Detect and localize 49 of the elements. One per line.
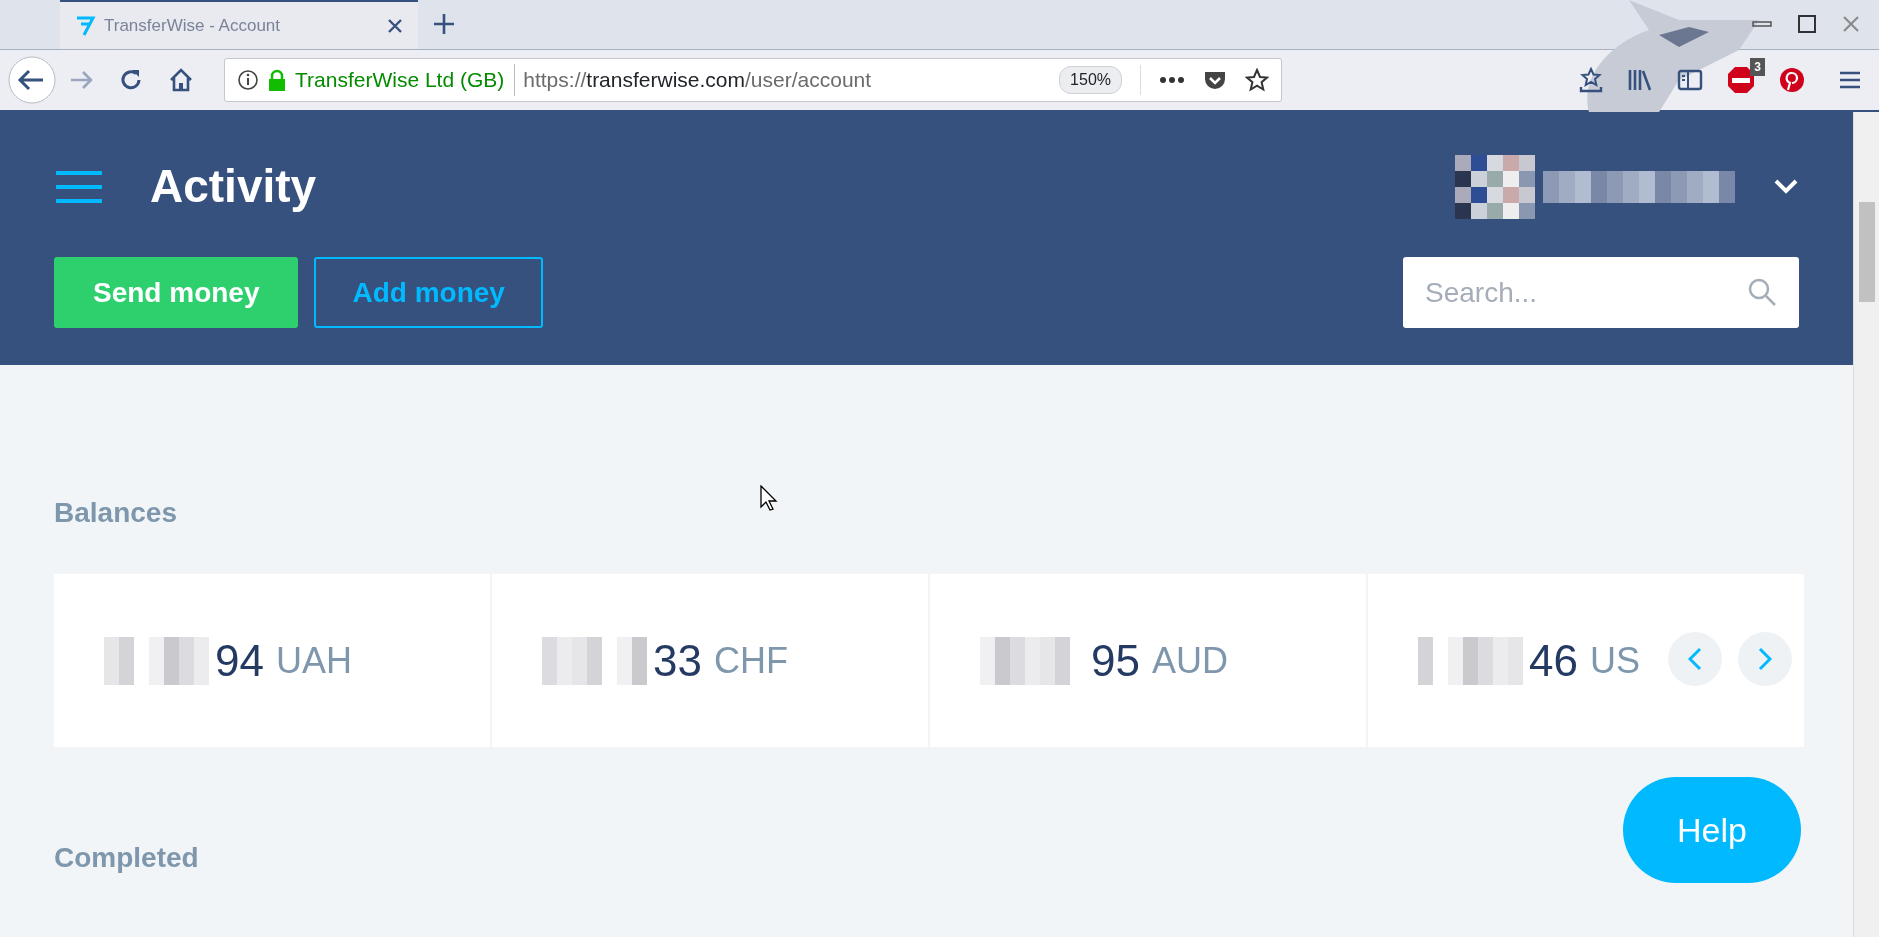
more-icon[interactable] bbox=[1159, 76, 1185, 84]
cursor-icon bbox=[760, 485, 778, 511]
home-icon[interactable] bbox=[168, 67, 194, 93]
section-heading: Balances bbox=[54, 496, 177, 530]
menu-icon[interactable] bbox=[54, 169, 104, 204]
pin-icon[interactable] bbox=[1779, 67, 1805, 93]
balance-card[interactable]: 95 AUD bbox=[930, 574, 1366, 747]
balance-card[interactable]: 94 UAH bbox=[54, 574, 490, 747]
scrollbar-thumb[interactable] bbox=[1859, 202, 1875, 302]
tab-title: TransferWise - Account bbox=[104, 14, 282, 37]
lock-icon bbox=[267, 69, 287, 91]
info-icon bbox=[237, 69, 259, 91]
scrollbar[interactable] bbox=[1853, 112, 1879, 937]
starred-tray-icon[interactable] bbox=[1579, 67, 1603, 93]
balance-amount: 94 bbox=[215, 634, 264, 687]
maximize-icon[interactable] bbox=[1797, 14, 1817, 34]
zoom-level[interactable]: 150% bbox=[1059, 66, 1122, 94]
balance-amount: 95 bbox=[1091, 634, 1140, 687]
menu-icon[interactable] bbox=[1839, 70, 1861, 90]
chevron-right-icon bbox=[1758, 647, 1772, 672]
balance-amount: 46 bbox=[1529, 634, 1578, 687]
pocket-icon[interactable] bbox=[1203, 69, 1227, 91]
currency-code: UAH bbox=[275, 638, 352, 683]
url-text: https://transferwise.com/user/account bbox=[523, 67, 873, 94]
page-title: Activity bbox=[150, 159, 318, 214]
chevron-down-icon bbox=[1773, 177, 1799, 196]
add-money-button[interactable]: Add money bbox=[314, 257, 543, 328]
adblock-icon[interactable] bbox=[1727, 66, 1755, 94]
site-identity: TransferWise Ltd (GB) bbox=[295, 64, 516, 96]
search-field[interactable]: Search... bbox=[1403, 257, 1799, 328]
new-tab-icon[interactable] bbox=[432, 12, 456, 36]
logo-icon bbox=[74, 14, 96, 37]
close-icon[interactable] bbox=[1841, 14, 1861, 34]
account-menu[interactable] bbox=[1455, 154, 1799, 219]
currency-code: CHF bbox=[713, 638, 788, 683]
library-icon[interactable] bbox=[1627, 68, 1653, 92]
balance-amount: 33 bbox=[653, 634, 702, 687]
star-icon[interactable] bbox=[1245, 68, 1269, 92]
badge-count: 3 bbox=[1750, 58, 1765, 76]
sidebar-icon[interactable] bbox=[1677, 69, 1703, 91]
url-bar[interactable]: TransferWise Ltd (GB) https://transferwise.com/user/account 150% bbox=[224, 58, 1282, 102]
currency-code: AUD bbox=[1151, 638, 1228, 683]
chevron-left-icon bbox=[1688, 647, 1702, 672]
back-icon[interactable] bbox=[7, 55, 57, 105]
currency-code: US bbox=[1589, 638, 1640, 683]
section-heading: Completed bbox=[54, 841, 199, 875]
balance-card[interactable]: 33 CHF bbox=[492, 574, 928, 747]
close-icon[interactable] bbox=[386, 16, 404, 35]
search-icon bbox=[1747, 277, 1777, 307]
